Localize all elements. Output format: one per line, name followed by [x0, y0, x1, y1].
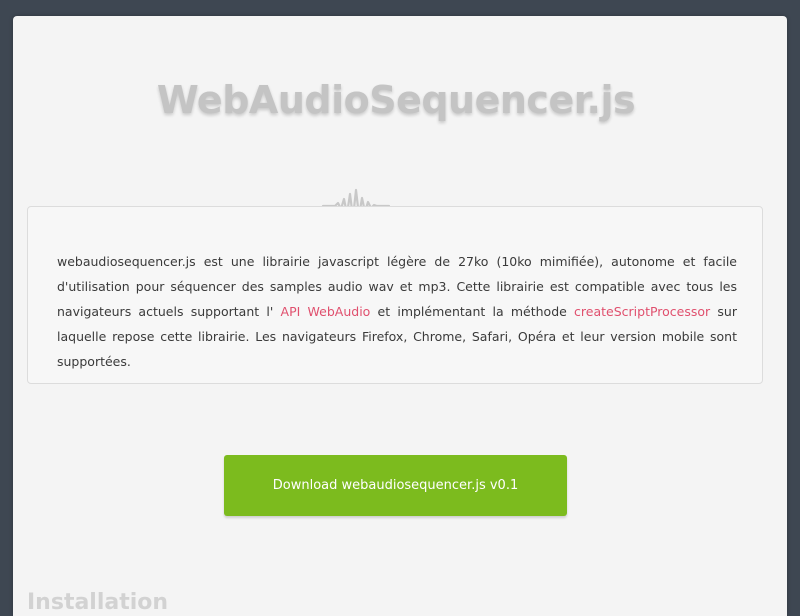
- createscriptprocessor-link[interactable]: createScriptProcessor: [574, 304, 710, 319]
- installation-heading: Installation: [27, 590, 169, 615]
- description-part-2: et implémentant la méthode: [370, 304, 575, 319]
- main-card: WebAudioSequencer.js webaudiosequencer.j…: [13, 16, 787, 616]
- page-title: WebAudioSequencer.js: [156, 78, 636, 122]
- api-webaudio-link[interactable]: API WebAudio: [281, 304, 371, 319]
- description-box: webaudiosequencer.js est une librairie j…: [27, 206, 763, 384]
- download-button[interactable]: Download webaudiosequencer.js v0.1: [224, 455, 567, 516]
- description-text: webaudiosequencer.js est une librairie j…: [57, 249, 737, 374]
